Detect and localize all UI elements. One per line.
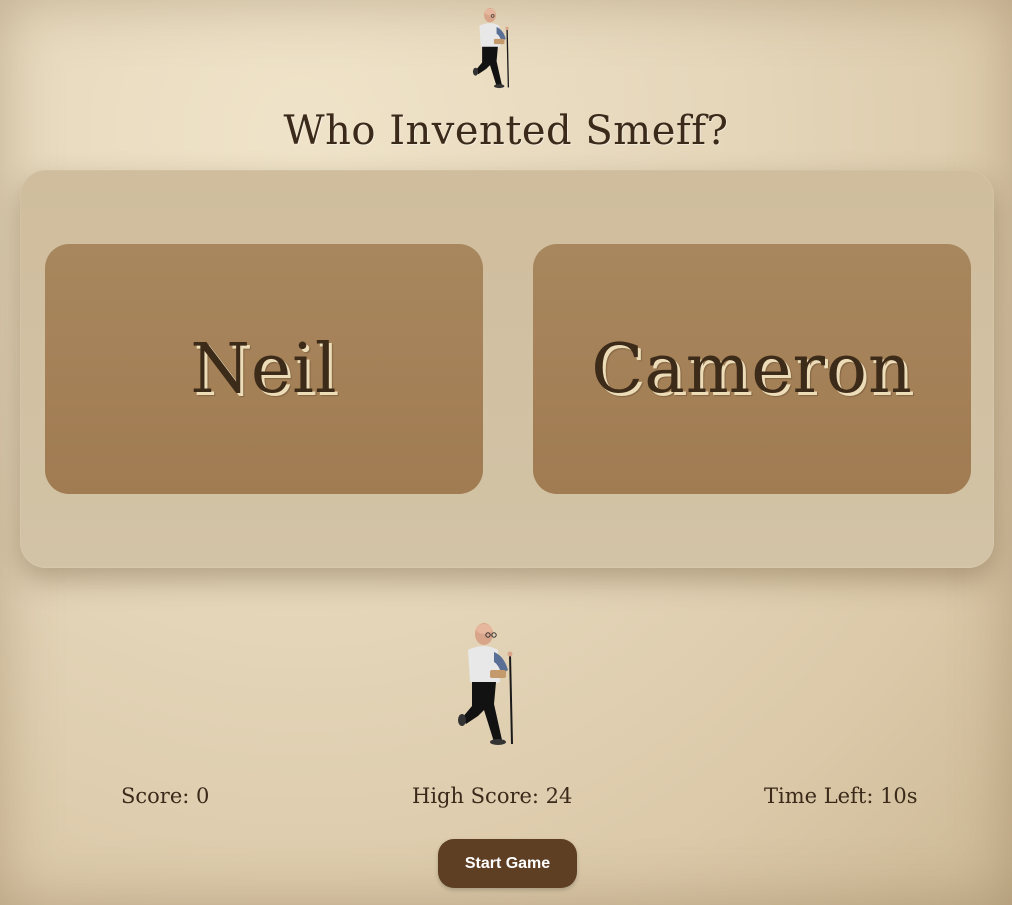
answer-option-label: Neil [190, 329, 338, 409]
start-game-button[interactable]: Start Game [438, 839, 577, 888]
answer-option-cameron[interactable]: Cameron [533, 244, 971, 494]
score-label: Score: 0 [121, 784, 210, 808]
answer-option-neil[interactable]: Neil [45, 244, 483, 494]
answer-panel: Neil Cameron [20, 170, 994, 568]
time-left-label: Time Left: 10s [764, 784, 918, 808]
character-image-top [472, 7, 510, 89]
question-title: Who Invented Smeff? [283, 108, 729, 154]
high-score-label: High Score: 24 [412, 784, 573, 808]
character-image-bottom [458, 623, 513, 745]
answer-option-label: Cameron [591, 329, 913, 409]
